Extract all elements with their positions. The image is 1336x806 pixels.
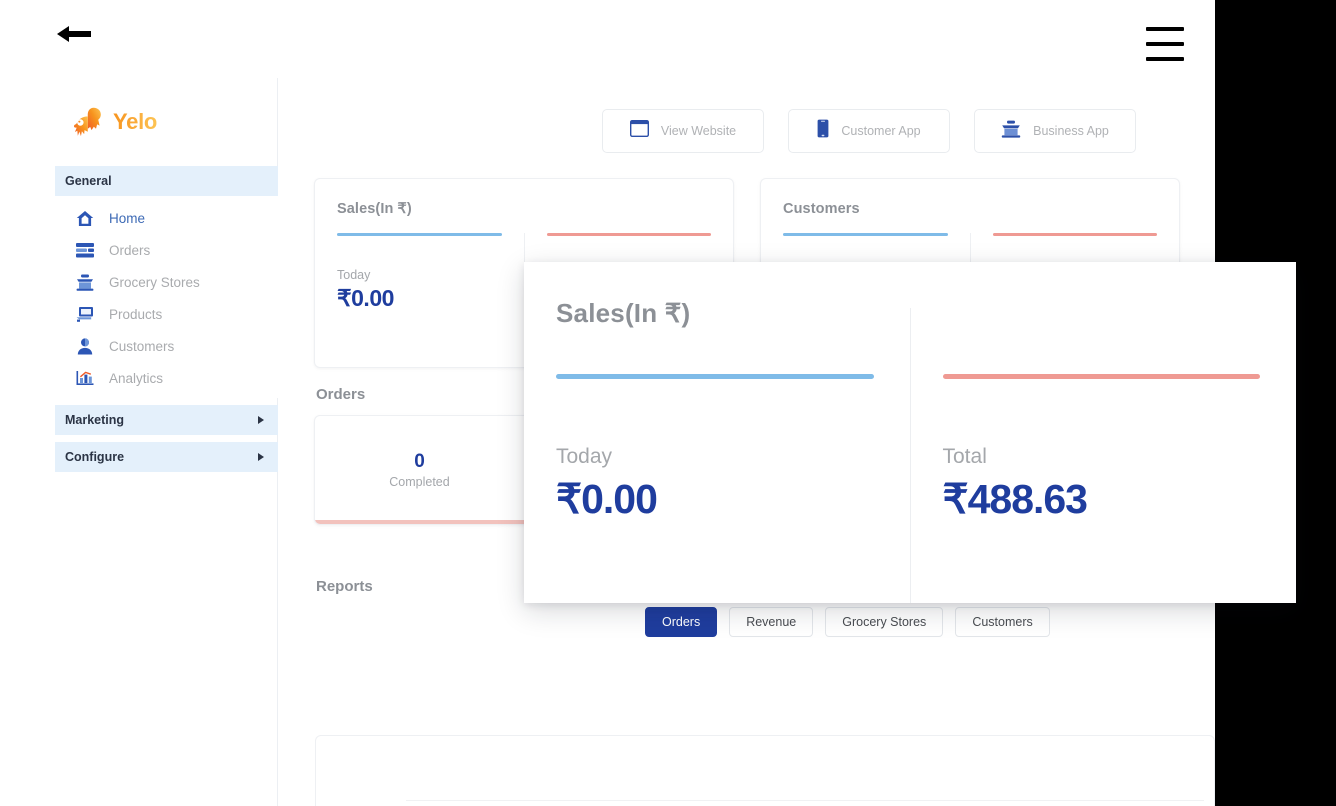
store-icon (75, 272, 95, 292)
sidebar-section-configure-label: Configure (65, 450, 125, 464)
tab-revenue[interactable]: Revenue (729, 607, 814, 637)
lion-logo-icon (73, 107, 101, 137)
business-app-button[interactable]: Business App (974, 109, 1136, 153)
reports-section-title: Reports (316, 578, 373, 595)
chart-gridline (406, 800, 1204, 801)
sidebar-section-general-label: General (65, 174, 112, 188)
chevron-right-icon (258, 416, 264, 424)
hamburger-menu-icon[interactable] (1146, 27, 1184, 61)
customer-app-button[interactable]: Customer App (788, 109, 950, 153)
order-completed-number: 0 (414, 451, 425, 472)
overlay-total-bar (942, 374, 1260, 379)
brand-logo[interactable]: Yelo (68, 104, 157, 140)
tab-orders[interactable]: Orders (645, 607, 718, 637)
chevron-right-icon (258, 453, 264, 461)
sidebar: Yelo General Home Orders Grocery Stores … (0, 78, 278, 806)
hamburger-line-3 (1146, 57, 1184, 61)
sales-total-bar (546, 233, 711, 236)
sidebar-section-configure[interactable]: Configure (55, 442, 278, 472)
overlay-today-label: Today (556, 445, 613, 468)
sidebar-item-customers[interactable]: Customers (55, 330, 278, 362)
business-app-label: Business App (1033, 124, 1109, 138)
sidebar-item-analytics[interactable]: Analytics (55, 362, 278, 394)
products-box-icon (75, 304, 95, 324)
hamburger-line-2 (1146, 42, 1184, 46)
orders-list-icon (75, 240, 95, 260)
browser-window-icon (629, 119, 649, 142)
view-website-button[interactable]: View Website (602, 109, 764, 153)
sidebar-section-general[interactable]: General (55, 166, 278, 196)
overlay-total-column: Total ₹488.63 (909, 308, 1297, 603)
sidebar-sections: General Home Orders Grocery Stores Produ… (55, 166, 278, 472)
sidebar-section-marketing-label: Marketing (65, 413, 125, 427)
sidebar-general-items: Home Orders Grocery Stores Products Cust… (55, 196, 278, 398)
brand-name: Yelo (113, 109, 158, 134)
customers-card-title: Customers (783, 201, 860, 217)
sidebar-item-orders[interactable]: Orders (55, 234, 278, 266)
screen-root: Yelo General Home Orders Grocery Stores … (0, 0, 1336, 806)
sidebar-item-analytics-label: Analytics (109, 370, 164, 386)
order-completed-label: Completed (389, 475, 450, 489)
sidebar-item-grocery-stores-label: Grocery Stores (109, 274, 200, 290)
store-icon (1001, 120, 1021, 143)
report-chart-card (315, 735, 1215, 806)
overlay-today-value: ₹0.00 (556, 476, 658, 522)
sidebar-section-marketing[interactable]: Marketing (55, 405, 278, 435)
sidebar-item-products-label: Products (109, 306, 163, 322)
sales-card-title: Sales(In ₹) (337, 201, 412, 217)
customer-app-label: Customer App (841, 124, 921, 138)
user-icon (75, 336, 95, 356)
bar-chart-icon (75, 368, 95, 388)
sidebar-item-home[interactable]: Home (55, 202, 278, 234)
header-actions: View Website Customer App Business App (602, 109, 1136, 153)
sidebar-gap-2 (55, 435, 278, 442)
back-arrow-icon[interactable] (55, 20, 95, 48)
overlay-total-value: ₹488.63 (942, 476, 1088, 522)
customers-today-bar (783, 233, 948, 236)
sales-today-label: Today (337, 268, 371, 282)
order-completed-cell: 0 Completed (315, 416, 524, 524)
sidebar-item-customers-label: Customers (109, 338, 175, 354)
report-tabs: Orders Revenue Grocery Stores Customers (645, 607, 1050, 637)
home-icon (75, 208, 95, 228)
sales-today-value: ₹0.00 (337, 285, 394, 311)
view-website-label: View Website (660, 124, 737, 138)
sidebar-item-products[interactable]: Products (55, 298, 278, 330)
overlay-title: Sales(In ₹) (556, 298, 691, 328)
tab-customers[interactable]: Customers (955, 607, 1050, 637)
hamburger-line-1 (1146, 27, 1184, 31)
sidebar-gap-1 (55, 398, 278, 405)
sidebar-item-home-label: Home (109, 210, 146, 226)
sales-today-bar (337, 233, 502, 236)
tab-grocery-stores[interactable]: Grocery Stores (825, 607, 944, 637)
overlay-today-bar (556, 374, 874, 379)
overlay-today-column: Today ₹0.00 (524, 308, 910, 603)
sidebar-item-grocery-stores[interactable]: Grocery Stores (55, 266, 278, 298)
mobile-phone-icon (817, 119, 829, 143)
browser-topbar (0, 0, 1215, 78)
orders-section-title: Orders (316, 386, 366, 403)
customers-total-bar (992, 233, 1157, 236)
sales-today-half: Today ₹0.00 (315, 233, 524, 312)
sidebar-item-orders-label: Orders (109, 242, 151, 258)
overlay-total-label: Total (942, 445, 987, 468)
